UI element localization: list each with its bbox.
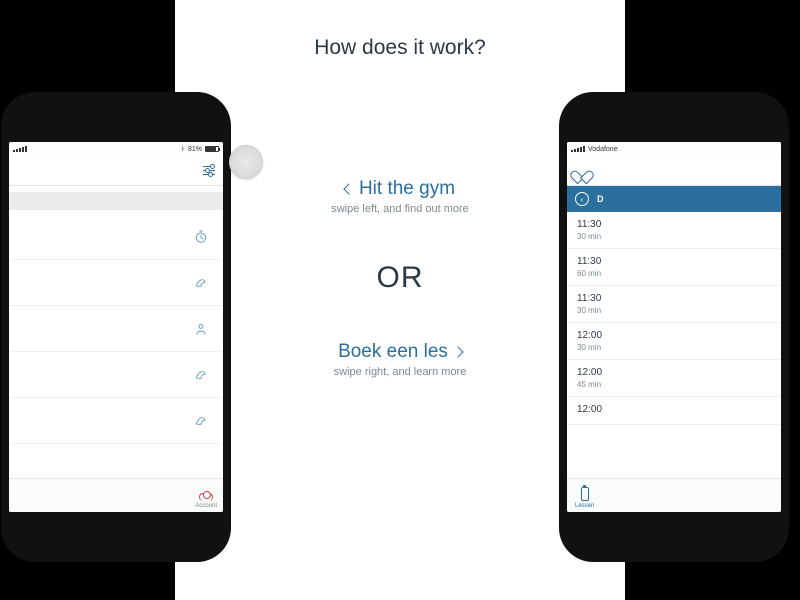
heart-icon[interactable] xyxy=(575,165,589,177)
tab-label: Account xyxy=(195,503,217,509)
tab-label: Lessen xyxy=(575,503,594,509)
lesson-time: 12:00 xyxy=(577,404,771,415)
list-item[interactable] xyxy=(9,398,223,444)
bluetooth-icon: ᚼ xyxy=(181,146,185,153)
cta-boek-les[interactable]: Boek een les swipe right, and learn more xyxy=(334,341,467,378)
tab-lessen[interactable]: Lessen xyxy=(575,487,594,509)
bottle-icon xyxy=(581,487,589,501)
cta-title: Hit the gym xyxy=(359,178,455,200)
lesson-duration: 45 min xyxy=(577,380,771,389)
center-column: Hit the gym swipe left, and find out mor… xyxy=(175,178,625,378)
cta-subtitle: swipe left, and find out more xyxy=(331,203,469,215)
cta-hit-gym[interactable]: Hit the gym swipe left, and find out mor… xyxy=(331,178,469,215)
status-bar: ᚼ 81% xyxy=(9,142,223,156)
signal-icon xyxy=(571,146,585,152)
filter-icon[interactable] xyxy=(203,165,215,177)
carrier-label: Vodafone xyxy=(588,146,618,153)
or-separator: OR xyxy=(377,261,424,295)
lesson-row[interactable]: 12:00 xyxy=(567,397,781,425)
tab-bar: Account xyxy=(9,478,223,512)
tab-account[interactable]: Account xyxy=(195,493,217,509)
chevron-right-icon xyxy=(452,346,463,357)
tab-bar: Lessen xyxy=(567,478,781,512)
cloud-icon xyxy=(199,493,213,501)
battery-percent: 81% xyxy=(188,146,202,153)
battery-icon xyxy=(205,146,219,152)
cta-subtitle: swipe right, and learn more xyxy=(334,366,467,378)
onboarding-stage: How does it work? ᚼ 81% xyxy=(175,0,625,600)
flex-arm-icon xyxy=(193,413,209,429)
page-title: How does it work? xyxy=(175,36,625,60)
signal-icon xyxy=(13,146,27,152)
chevron-left-icon xyxy=(343,183,354,194)
status-bar: Vodafone xyxy=(567,142,781,156)
cta-title: Boek een les xyxy=(338,341,448,363)
touch-indicator-icon xyxy=(229,145,263,179)
